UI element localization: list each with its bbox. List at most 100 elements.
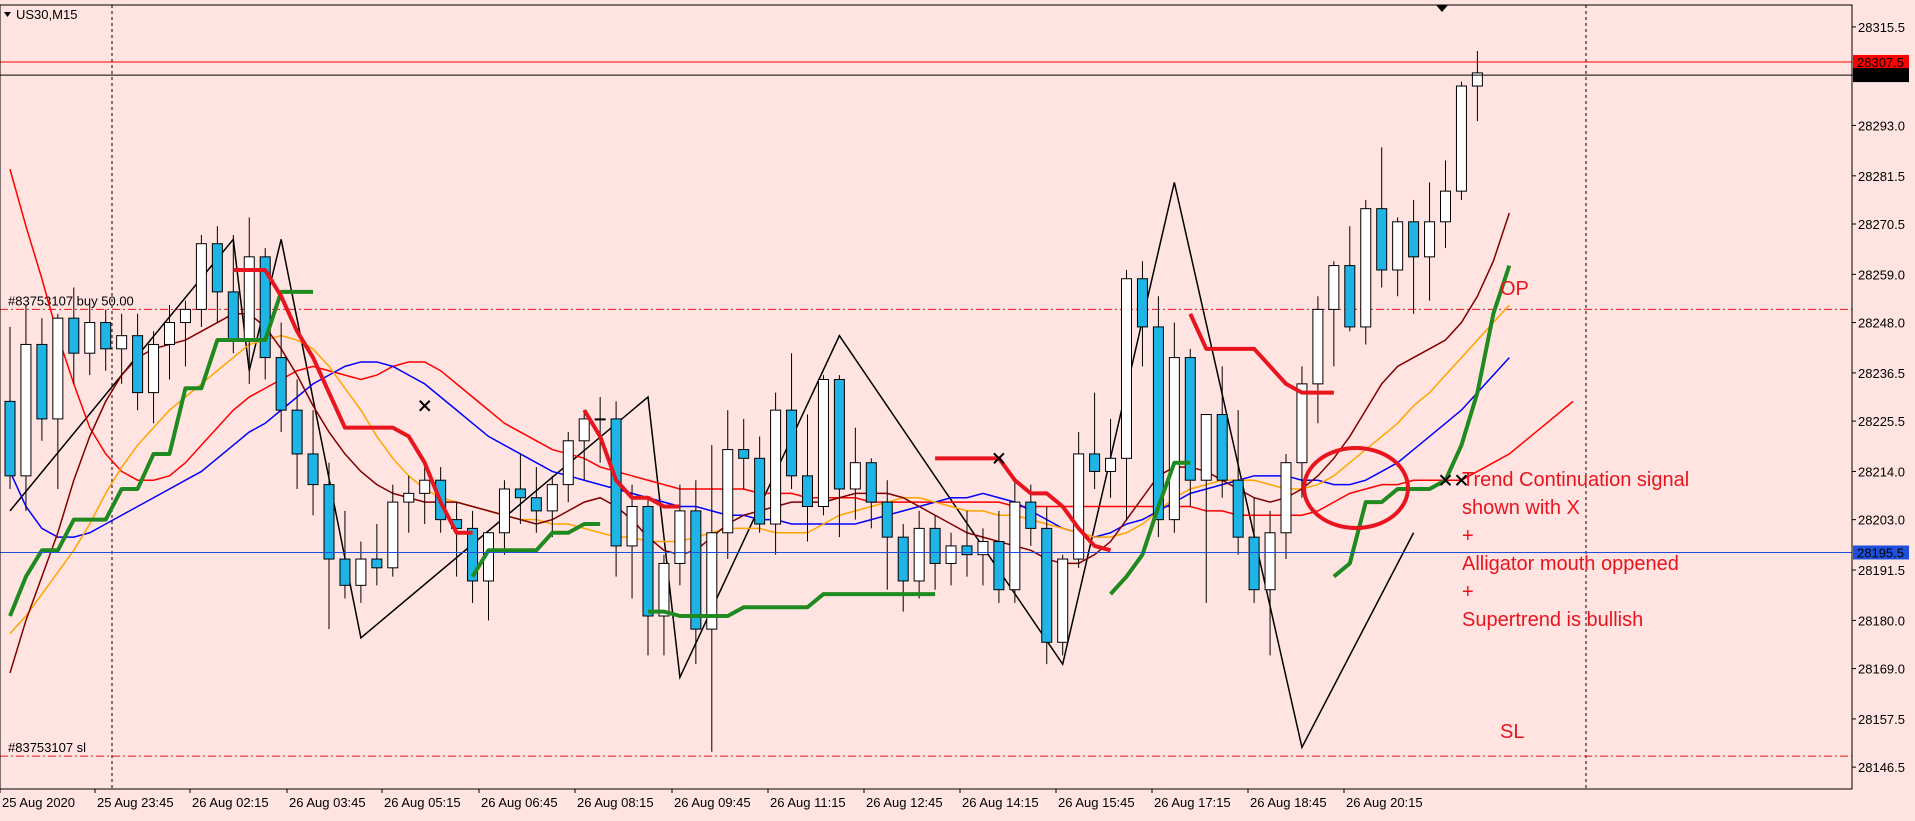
price-marker-label: 28304.5 [1857,68,1904,83]
candle-body [275,357,287,411]
candle-body [945,545,957,564]
y-tick-label: 28270.5 [1858,217,1905,232]
candle-body [1408,221,1420,258]
candle-body [1168,357,1180,521]
candle-body [1392,221,1404,271]
candle-body [498,488,510,534]
candle-body [961,545,973,556]
candle-body [20,343,32,477]
candle-body [227,291,239,341]
candle-body [897,536,909,582]
x-tick-label: 26 Aug 18:45 [1250,795,1327,810]
signal-line-2: shown with X [1462,497,1580,519]
candle-body [195,243,207,310]
y-tick-label: 28146.5 [1858,760,1905,775]
candle[interactable] [1041,506,1053,665]
candle-body [642,505,654,617]
price-marker-label: 28195.5 [1857,545,1904,560]
y-tick-label: 28157.5 [1858,712,1905,727]
y-tick-label: 28180.0 [1858,613,1905,628]
candle-body [419,479,431,494]
candle-body [116,335,128,350]
sl-label: SL [1500,721,1524,743]
candle-body [1264,532,1276,591]
y-tick-label: 28169.0 [1858,662,1905,677]
signal-line-4: Alligator mouth oppened [1462,553,1679,575]
y-tick-label: 28191.5 [1858,563,1905,578]
candle-body [179,308,191,324]
x-tick-label: 26 Aug 09:45 [674,795,751,810]
y-tick-label: 28214.0 [1858,464,1905,479]
candle-body [578,418,590,442]
candle-body [1041,527,1053,643]
y-tick-label: 28248.0 [1858,316,1905,331]
candle-body [211,243,223,293]
y-tick-label: 28259.0 [1858,267,1905,282]
candle-body [4,400,16,477]
candle-body [817,378,829,507]
x-tick-label: 25 Aug 2020 [2,795,75,810]
candle-body [738,449,750,459]
candle-body [1328,265,1340,310]
candle-body [68,317,80,354]
order-label: #83753107 sl [8,740,86,755]
x-tick-label: 26 Aug 20:15 [1346,795,1423,810]
candle-body [674,510,686,564]
candle-body [1424,221,1436,258]
candle-body [100,322,112,350]
candle-body [1089,453,1101,472]
candle-body [355,558,367,586]
candle[interactable] [1057,554,1069,656]
signal-line-6: Supertrend is bullish [1462,609,1643,631]
y-tick-label: 28293.0 [1858,118,1905,133]
candle-body [148,343,160,394]
x-tick-label: 26 Aug 03:45 [289,795,366,810]
candle-body [1105,457,1117,472]
candle-body [132,335,144,394]
candle-body [530,497,542,512]
candle-body [690,510,702,630]
x-tick-label: 26 Aug 12:45 [866,795,943,810]
candle-body [1280,462,1292,534]
y-tick-label: 28315.5 [1858,20,1905,35]
x-tick-label: 25 Aug 23:45 [97,795,174,810]
candle-body [514,488,526,499]
candle-body [993,541,1005,591]
signal-line-1: Trend Continuation signal [1462,469,1689,491]
chart-background [0,0,1915,821]
candle-body [1360,208,1372,328]
candle-body [786,409,798,477]
candle-body [387,501,399,569]
candle-body [1312,308,1324,385]
candle-body [1121,278,1132,459]
candle-body [754,457,766,525]
candle-body [881,501,893,538]
candle-body [849,462,861,490]
candle-body [307,453,319,486]
candle[interactable] [817,375,829,516]
candle-body [929,527,941,564]
x-tick-label: 26 Aug 15:45 [1058,795,1135,810]
candle-body [1136,278,1148,328]
candle-body [865,462,877,503]
x-tick-label: 26 Aug 17:15 [1154,795,1231,810]
candle-body [36,343,48,420]
x-tick-label: 26 Aug 02:15 [192,795,269,810]
candle-body [1057,558,1069,643]
candle-body [1200,414,1212,481]
op-label: OP [1500,278,1529,300]
candle-body [84,322,96,354]
candle-body [403,492,415,503]
candle-body [562,440,574,486]
x-tick-label: 26 Aug 14:15 [962,795,1039,810]
candle-body [770,409,782,525]
candle[interactable] [1360,199,1372,345]
candle-body [291,409,303,455]
candle-body [802,475,813,507]
candle[interactable] [1455,81,1467,200]
x-tick-label: 26 Aug 11:15 [770,795,846,810]
y-tick-label: 28225.5 [1858,414,1905,429]
x-tick-label: 26 Aug 06:45 [481,795,558,810]
order-label: #83753107 buy 50.00 [8,293,134,308]
candle-body [594,418,606,421]
